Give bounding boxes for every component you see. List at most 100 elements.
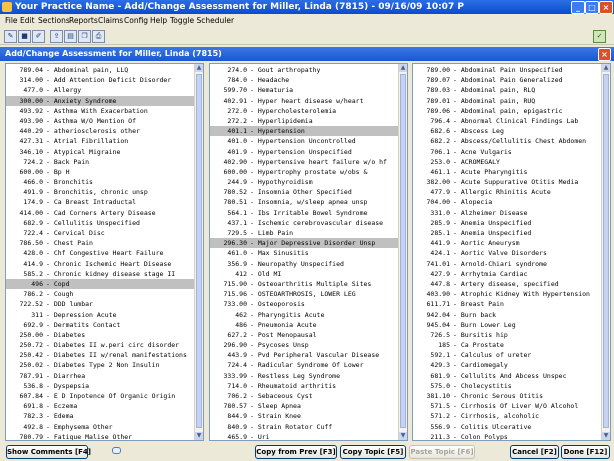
show-comments-button[interactable]: Show Comments [F4] xyxy=(6,445,91,459)
scroll-up-icon[interactable]: ▲ xyxy=(399,64,407,72)
list-item[interactable]: 314.00- Add Attention Deficit Disorder xyxy=(6,75,195,85)
list-item[interactable]: 285.1- Anemia Unspecified xyxy=(413,228,602,238)
list-item[interactable]: 491.9- Bronchitis, chronic unsp xyxy=(6,187,195,197)
list-item[interactable]: 429.3- Cardiomegaly xyxy=(413,360,602,370)
scroll-down-icon[interactable]: ▼ xyxy=(195,432,203,440)
list-item[interactable]: 486- Pneumonia Acute xyxy=(210,320,399,330)
list-item[interactable]: 536.8- Dyspepsia xyxy=(6,381,195,391)
list-item[interactable]: 704.00- Alopecia xyxy=(413,197,602,207)
list-item[interactable]: 466.0- Bronchitis xyxy=(6,177,195,187)
list-item[interactable]: 715.90- Osteoarthritis Multiple Sites xyxy=(210,279,399,289)
list-item[interactable]: 571.2- Cirrhosis, alcoholic xyxy=(413,411,602,421)
list-item[interactable]: 556.9- Colitis Ulcerative xyxy=(413,422,602,432)
list-item[interactable]: 477.0- Allergy xyxy=(6,85,195,95)
list-item[interactable]: 412- Old MI xyxy=(210,269,399,279)
list-item[interactable]: 840.9- Strain Rotator Cuff xyxy=(210,422,399,432)
scroll-thumb[interactable] xyxy=(603,74,609,428)
list-item[interactable]: 789.03- Abdominal pain, RLQ xyxy=(413,85,602,95)
list-item[interactable]: 726.5- Bursitis hip xyxy=(413,330,602,340)
save-icon[interactable]: ■ xyxy=(18,30,31,43)
list-item[interactable]: 401.9- Hypertension Unspecified xyxy=(210,147,399,157)
list-item[interactable]: 401.1- Hypertension xyxy=(210,126,399,137)
list-item[interactable]: 714.0- Rheumatoid arthritis xyxy=(210,381,399,391)
list-item[interactable]: 250.72- Diabetes II w.peri circ disorder xyxy=(6,340,195,350)
list-item[interactable]: 493.92- Asthma With Exacerbation xyxy=(6,106,195,116)
assessment-list-2[interactable]: 274.0- Gout arthropathy 784.0- Headache 59… xyxy=(209,63,408,441)
list-item[interactable]: 414.9- Chronic Ischemic Heart Disease xyxy=(6,259,195,269)
list-item[interactable]: 424.1- Aortic Valve Disorders xyxy=(413,248,602,258)
list-item[interactable]: 250.00- Diabetes xyxy=(6,330,195,340)
list-item[interactable]: 311- Depression Acute xyxy=(6,310,195,320)
list-item[interactable]: 346.10- Atypical Migraine xyxy=(6,147,195,157)
list-item[interactable]: 427.9- Arrhytmia Cardiac xyxy=(413,269,602,279)
scroll-thumb[interactable] xyxy=(400,74,406,428)
list-item[interactable]: 733.00- Osteoporosis xyxy=(210,299,399,309)
list-item[interactable]: 462- Pharyngitis Acute xyxy=(210,310,399,320)
copy-topic-button[interactable]: Copy Topic [F5] xyxy=(340,445,406,459)
list-item[interactable]: 780.79- Fatigue Malise Other xyxy=(6,432,195,440)
list-item[interactable]: 272.2- Hyperlipidemia xyxy=(210,116,399,126)
list-item[interactable]: 787.91- Diarrhea xyxy=(6,371,195,381)
list-item[interactable]: 789.04- Abdominal pain, LLQ xyxy=(6,65,195,75)
list-item[interactable]: 786.50- Chest Pain xyxy=(6,238,195,248)
cancel-button[interactable]: Cancel [F2] xyxy=(510,445,559,459)
list-item[interactable]: 441.9- Aortic Aneurysm xyxy=(413,238,602,248)
list-item[interactable]: 477.9- Allergic Rhinitis Acute xyxy=(413,187,602,197)
list-item[interactable]: 600.00- Bp H xyxy=(6,167,195,177)
list-item[interactable]: 692.9- Dermatits Contact xyxy=(6,320,195,330)
list-item[interactable]: 789.00- Abdominal Pain Unspecified xyxy=(413,65,602,75)
list-item[interactable]: 296.30- Major Depressive Disorder Unsp xyxy=(210,238,399,249)
export-icon[interactable]: ⇪ xyxy=(50,30,63,43)
list-item[interactable]: 722.52- DDD lumbar xyxy=(6,299,195,309)
scrollbar[interactable]: ▲ ▼ xyxy=(194,64,203,440)
list-item[interactable]: 356.9- Neuropathy Unspecified xyxy=(210,259,399,269)
list-item[interactable]: 706.2- Sebaceous Cyst xyxy=(210,391,399,401)
list-item[interactable]: 174.9- Ca Breast Intraductal xyxy=(6,197,195,207)
list-item[interactable]: 250.42- Diabetes II w/renal manifestatio… xyxy=(6,350,195,360)
document-icon[interactable]: ▤ xyxy=(64,30,77,43)
list-item[interactable]: 682.2- Abscess/Cellulitis Chest Abdomen xyxy=(413,136,602,146)
list-item[interactable]: 722.4- Cervical Disc xyxy=(6,228,195,238)
list-item[interactable]: 681.9- Cellulits And Abcess Unspec xyxy=(413,371,602,381)
list-item[interactable]: 402.91- Hyper heart disease w/heart xyxy=(210,96,399,106)
menu-config[interactable]: Config xyxy=(124,14,148,27)
list-item[interactable]: 724.4- Radicular Syndrome Of Lower xyxy=(210,360,399,370)
list-item[interactable]: 333.99- Restless Leg Syndrome xyxy=(210,371,399,381)
assessment-list-1[interactable]: 789.04- Abdominal pain, LLQ 314.00- Add A… xyxy=(5,63,204,441)
list-item[interactable]: 789.07- Abdominal Pain Generalized xyxy=(413,75,602,85)
list-item[interactable]: 253.0- ACROMEGALY xyxy=(413,157,602,167)
dialog-close-icon[interactable]: × xyxy=(598,48,611,61)
scroll-thumb[interactable] xyxy=(196,74,202,428)
list-item[interactable]: 414.00- Cad Corners Artery Disease xyxy=(6,208,195,218)
list-item[interactable]: 244.9- Hypothyroidism xyxy=(210,177,399,187)
list-item[interactable]: 427.31- Atrial Fibrillation xyxy=(6,136,195,146)
minimize-icon[interactable]: _ xyxy=(571,1,585,14)
list-item[interactable]: 592.1- Calculus of ureter xyxy=(413,350,602,360)
menu-sections[interactable]: Sections xyxy=(38,14,70,27)
list-item[interactable]: 428.0- Chf Congestive Heart Failure xyxy=(6,248,195,258)
list-item[interactable]: 331.0- Alzheimer Disease xyxy=(413,208,602,218)
list-item[interactable]: 729.5- Limb Pain xyxy=(210,228,399,238)
list-item[interactable]: 461.0- Max Sinusitis xyxy=(210,248,399,258)
list-item[interactable]: 285.9- Anemia Unspecified xyxy=(413,218,602,228)
list-item[interactable]: 600.00- Hypertrophy prostate w/obs & xyxy=(210,167,399,177)
menu-edit[interactable]: Edit xyxy=(20,14,35,27)
menu-help[interactable]: Help xyxy=(150,14,167,27)
list-item[interactable]: 564.1- Ibs Irritable Bowel Syndrome xyxy=(210,208,399,218)
list-item[interactable]: 682.6- Abscess Leg xyxy=(413,126,602,136)
list-item[interactable]: 682.9- Cellulitis Unspecified xyxy=(6,218,195,228)
list-item[interactable]: 715.96- OSTEOARTHROSIS, LOWER LEG xyxy=(210,289,399,299)
list-item[interactable]: 945.04- Burn Lower Leg xyxy=(413,320,602,330)
menu-claims[interactable]: Claims xyxy=(98,14,123,27)
list-item[interactable]: 780.52- Insomnia Other Specified xyxy=(210,187,399,197)
list-item[interactable]: 403.90- Atrophic Kidney With Hypertensio… xyxy=(413,289,602,299)
menu-file[interactable]: File xyxy=(5,14,18,27)
list-item[interactable]: 211.3- Colon Polyps xyxy=(413,432,602,440)
edit-icon[interactable]: ✐ xyxy=(32,30,45,43)
list-item[interactable]: 575.0- Cholecystitis xyxy=(413,381,602,391)
list-item[interactable]: 447.8- Artery disease, specified xyxy=(413,279,602,289)
scrollbar[interactable]: ▲ ▼ xyxy=(398,64,407,440)
list-item[interactable]: 599.70- Hematuria xyxy=(210,85,399,95)
list-item[interactable]: 443.9- Pvd Peripheral Vascular Disease xyxy=(210,350,399,360)
list-item[interactable]: 786.2- Cough xyxy=(6,289,195,299)
